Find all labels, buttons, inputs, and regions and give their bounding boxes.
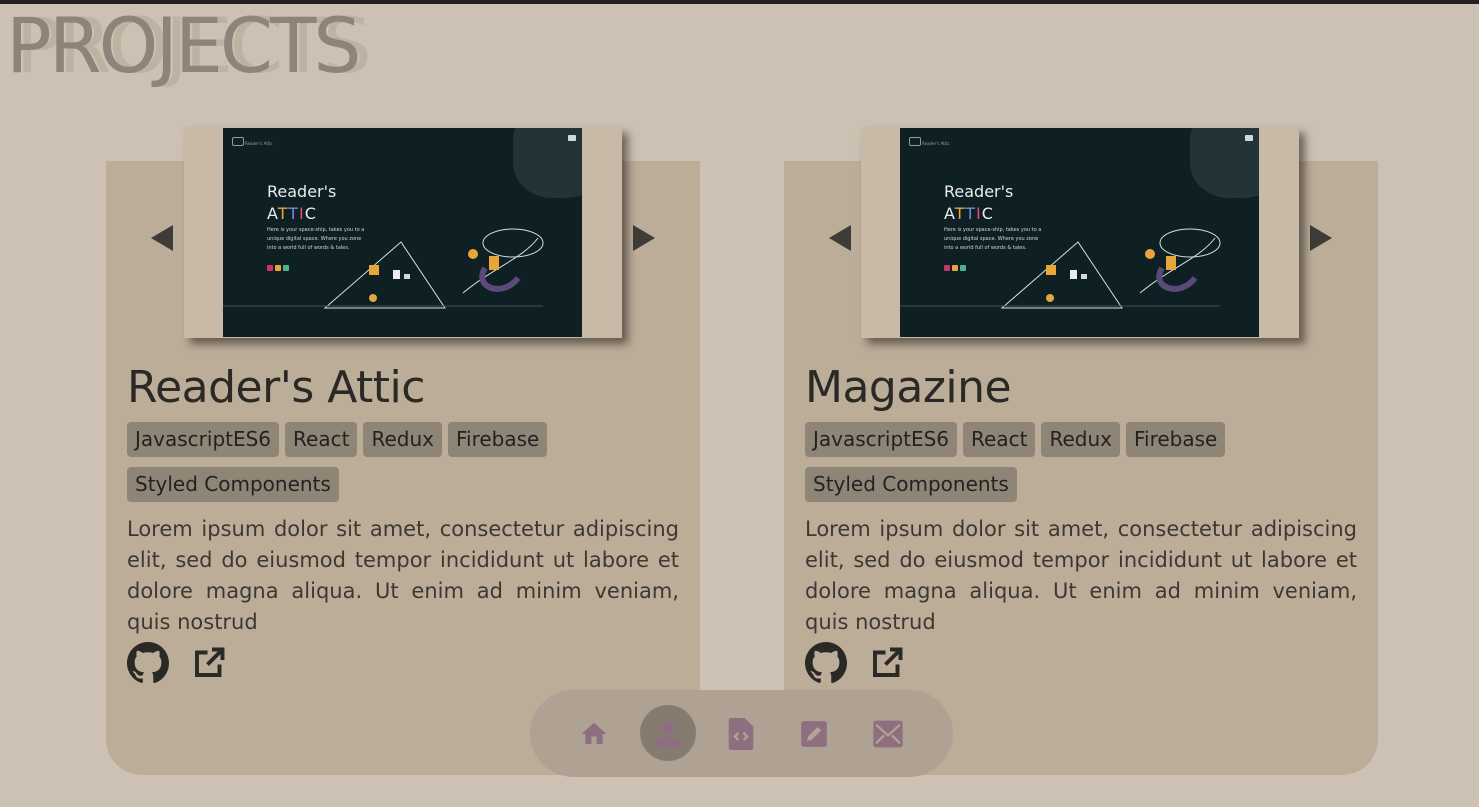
tech-tag: Styled Components xyxy=(805,467,1017,502)
tech-tag: React xyxy=(285,422,358,457)
preview-frame: Reader's Attic Reader's ATTIC Here is yo… xyxy=(184,127,622,338)
tech-tag: JavascriptES6 xyxy=(805,422,958,457)
tech-tag: Firebase xyxy=(447,422,548,457)
preview-frame: Reader's Attic Reader's ATTIC Here is yo… xyxy=(861,127,1299,338)
tech-tag: React xyxy=(963,422,1036,457)
carousel-next-icon[interactable] xyxy=(633,225,655,251)
project-preview-carousel[interactable]: Reader's Attic Reader's ATTIC Here is yo… xyxy=(861,127,1299,338)
page-title: PROJECTS xyxy=(6,1,362,90)
project-title: Magazine xyxy=(805,362,1012,413)
edit-icon xyxy=(801,721,827,747)
tech-tags: JavascriptES6 React Redux Firebase Styled Co… xyxy=(127,422,687,512)
nav-contact-button[interactable] xyxy=(872,718,904,750)
carousel-next-icon[interactable] xyxy=(1310,225,1332,251)
external-link-icon[interactable] xyxy=(869,645,905,681)
user-icon xyxy=(654,721,682,749)
home-icon xyxy=(581,722,607,744)
preview-screenshot: Reader's Attic Reader's ATTIC Here is yo… xyxy=(900,128,1259,337)
project-description: Lorem ipsum dolor sit amet, consectetur … xyxy=(127,517,679,634)
tech-tag: Redux xyxy=(1041,422,1120,457)
preview-illustration xyxy=(223,228,544,309)
tech-tag: Styled Components xyxy=(127,467,339,502)
preview-illustration xyxy=(900,228,1221,309)
mail-icon xyxy=(873,720,903,748)
nav-resume-button[interactable] xyxy=(725,718,757,750)
external-link-icon[interactable] xyxy=(191,645,227,681)
bottom-nav-dock xyxy=(530,690,953,777)
github-icon[interactable] xyxy=(805,642,847,684)
project-description: Lorem ipsum dolor sit amet, consectetur … xyxy=(805,517,1357,634)
nav-about-button[interactable] xyxy=(652,718,684,750)
project-title: Reader's Attic xyxy=(127,362,425,413)
tech-tag: Redux xyxy=(363,422,442,457)
nav-blog-button[interactable] xyxy=(798,718,830,750)
carousel-prev-icon[interactable] xyxy=(829,225,851,251)
tech-tag: Firebase xyxy=(1125,422,1226,457)
code-file-icon xyxy=(728,718,754,750)
carousel-prev-icon[interactable] xyxy=(151,225,173,251)
nav-home-button[interactable] xyxy=(578,718,610,750)
project-preview-carousel[interactable]: Reader's Attic Reader's ATTIC Here is yo… xyxy=(184,127,622,338)
preview-screenshot: Reader's Attic Reader's ATTIC Here is yo… xyxy=(223,128,582,337)
github-icon[interactable] xyxy=(127,642,169,684)
tech-tags: JavascriptES6 React Redux Firebase Styled Co… xyxy=(805,422,1365,512)
tech-tag: JavascriptES6 xyxy=(127,422,280,457)
